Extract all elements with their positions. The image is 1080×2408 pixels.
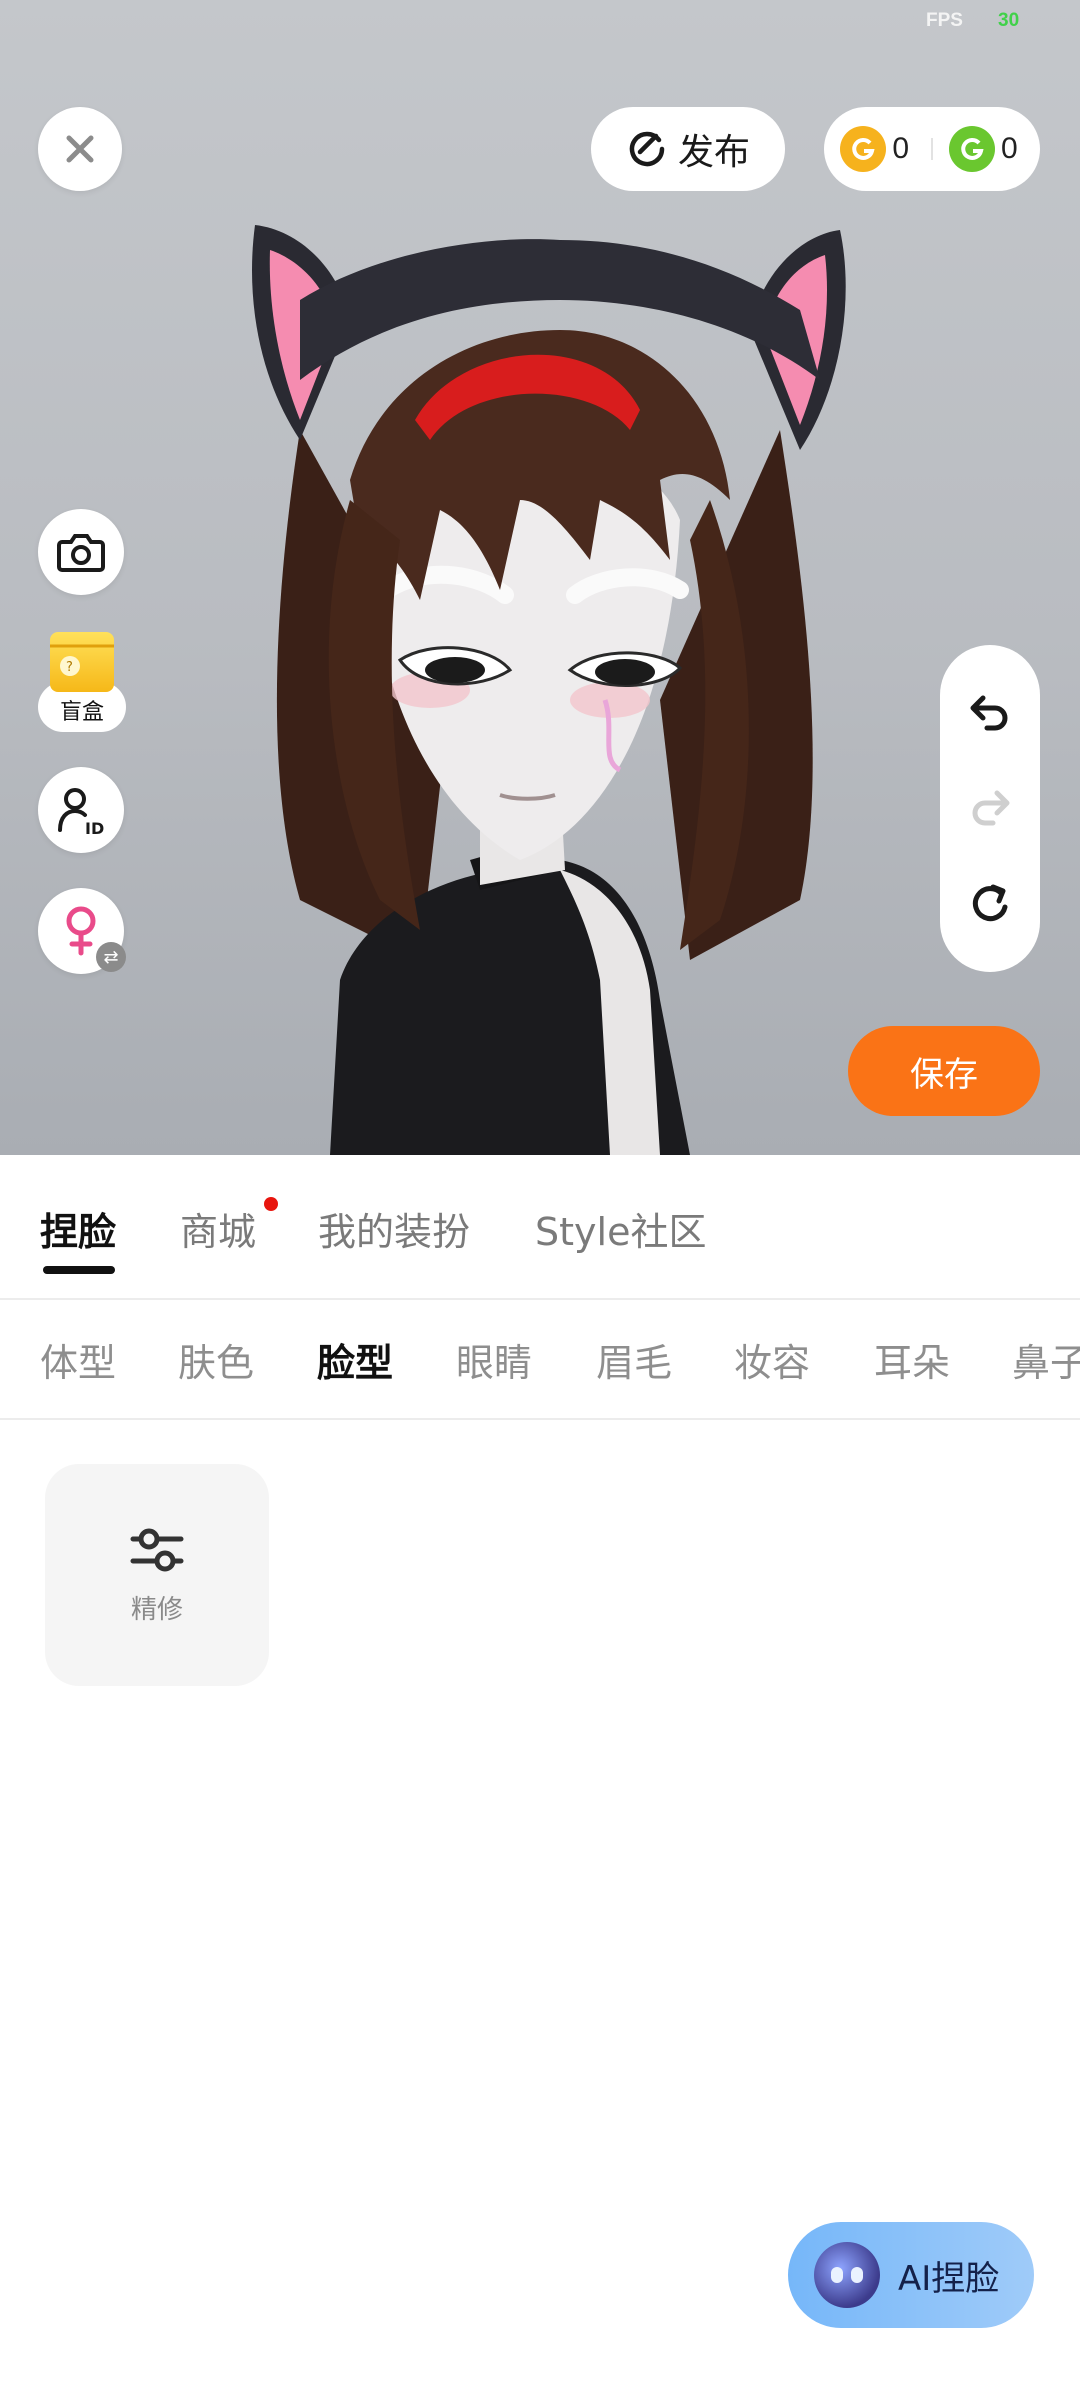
gold-coin-icon <box>840 126 887 172</box>
close-icon <box>66 135 94 163</box>
category-body[interactable]: 体型 <box>40 1332 116 1387</box>
avatar-viewport[interactable]: FPS 30 发布 0 0 ? 盲盒 ID ⇄ 保存 <box>0 0 1080 1155</box>
female-icon <box>66 906 96 956</box>
history-controls <box>940 645 1040 972</box>
id-button[interactable]: ID <box>38 767 124 853</box>
category-divider <box>0 1418 1080 1420</box>
gold-coin-count: 0 <box>892 132 909 165</box>
tab-face-edit[interactable]: 捏脸 <box>40 1201 116 1256</box>
active-tab-indicator <box>43 1266 115 1274</box>
category-makeup[interactable]: 妆容 <box>734 1332 810 1387</box>
category-tab-bar: 体型 肤色 脸型 眼睛 眉毛 妆容 耳朵 鼻子 <box>0 1300 1080 1418</box>
category-face-shape[interactable]: 脸型 <box>317 1332 393 1387</box>
ai-face-label: AI捏脸 <box>898 2258 1000 2299</box>
category-ears[interactable]: 耳朵 <box>874 1332 950 1387</box>
publish-button[interactable]: 发布 <box>591 107 785 191</box>
gender-switch-button[interactable]: ⇄ <box>38 888 126 974</box>
tab-my-outfits[interactable]: 我的装扮 <box>318 1201 470 1256</box>
save-button[interactable]: 保存 <box>848 1026 1040 1116</box>
blind-box-label: 盲盒 <box>59 700 104 725</box>
ai-face-button[interactable]: AI捏脸 <box>788 2222 1034 2328</box>
swap-icon: ⇄ <box>96 942 126 972</box>
svg-text:?: ? <box>66 660 73 675</box>
category-eyebrows[interactable]: 眉毛 <box>596 1332 672 1387</box>
fps-label: FPS <box>926 10 963 31</box>
main-tab-bar: 捏脸 商城 我的装扮 Style社区 <box>0 1157 1080 1297</box>
blind-box-icon: ? <box>50 632 114 692</box>
redo-icon[interactable] <box>967 785 1013 831</box>
green-coin-count: 0 <box>1001 132 1018 165</box>
camera-icon <box>57 534 105 572</box>
tab-shop[interactable]: 商城 <box>180 1201 256 1256</box>
fps-value: 30 <box>998 10 1020 31</box>
reset-icon[interactable] <box>967 881 1013 927</box>
blind-box-button[interactable]: ? 盲盒 <box>38 632 128 736</box>
fine-tune-card[interactable]: 精修 <box>45 1464 269 1686</box>
svg-text:ID: ID <box>85 819 104 836</box>
category-skin[interactable]: 肤色 <box>178 1332 254 1387</box>
tab-style-community[interactable]: Style社区 <box>535 1201 706 1256</box>
id-icon: ID <box>58 788 104 836</box>
close-button[interactable] <box>38 107 122 191</box>
undo-icon[interactable] <box>967 690 1013 736</box>
publish-icon <box>629 131 665 167</box>
camera-button[interactable] <box>38 509 124 595</box>
category-nose[interactable]: 鼻子 <box>1012 1332 1080 1387</box>
shop-badge <box>264 1197 278 1211</box>
green-coin-icon <box>949 126 995 172</box>
currency-display[interactable]: 0 0 <box>824 107 1040 191</box>
fine-tune-label: 精修 <box>130 1594 183 1625</box>
robot-icon <box>814 2242 880 2308</box>
coin-divider <box>931 138 933 160</box>
sliders-icon <box>130 1528 184 1571</box>
category-eyes[interactable]: 眼睛 <box>456 1332 532 1387</box>
publish-label: 发布 <box>677 132 750 173</box>
